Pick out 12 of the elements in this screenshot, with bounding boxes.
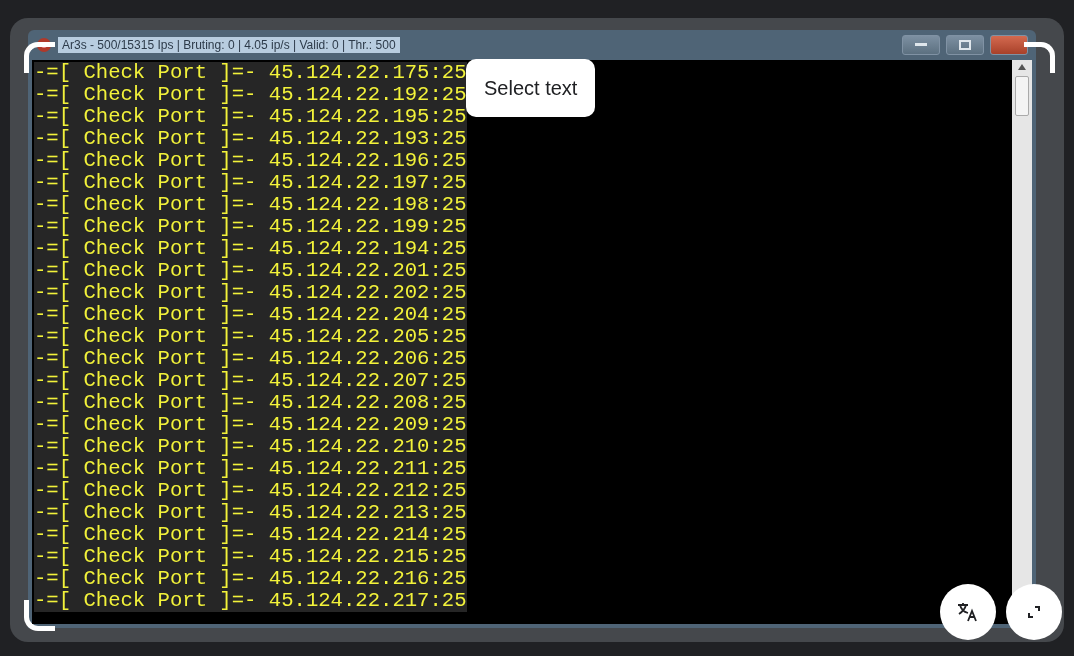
scroll-up-icon[interactable] bbox=[1018, 64, 1026, 70]
expand-icon bbox=[1026, 604, 1042, 620]
minimize-button[interactable] bbox=[902, 35, 940, 55]
select-text-button[interactable]: Select text bbox=[466, 59, 596, 117]
minimize-icon bbox=[915, 43, 927, 47]
scrollbar-thumb[interactable] bbox=[1015, 76, 1029, 116]
window-title: Ar3s - 500/15315 Ips | Bruting: 0 | 4.05 ip/s | Valid: 0 | Thr.: 500 bbox=[58, 37, 400, 53]
selection-corner-icon bbox=[1024, 42, 1055, 73]
maximize-button[interactable] bbox=[946, 35, 984, 55]
maximize-icon bbox=[959, 40, 971, 50]
translate-icon bbox=[956, 600, 980, 624]
close-button[interactable] bbox=[990, 35, 1028, 55]
